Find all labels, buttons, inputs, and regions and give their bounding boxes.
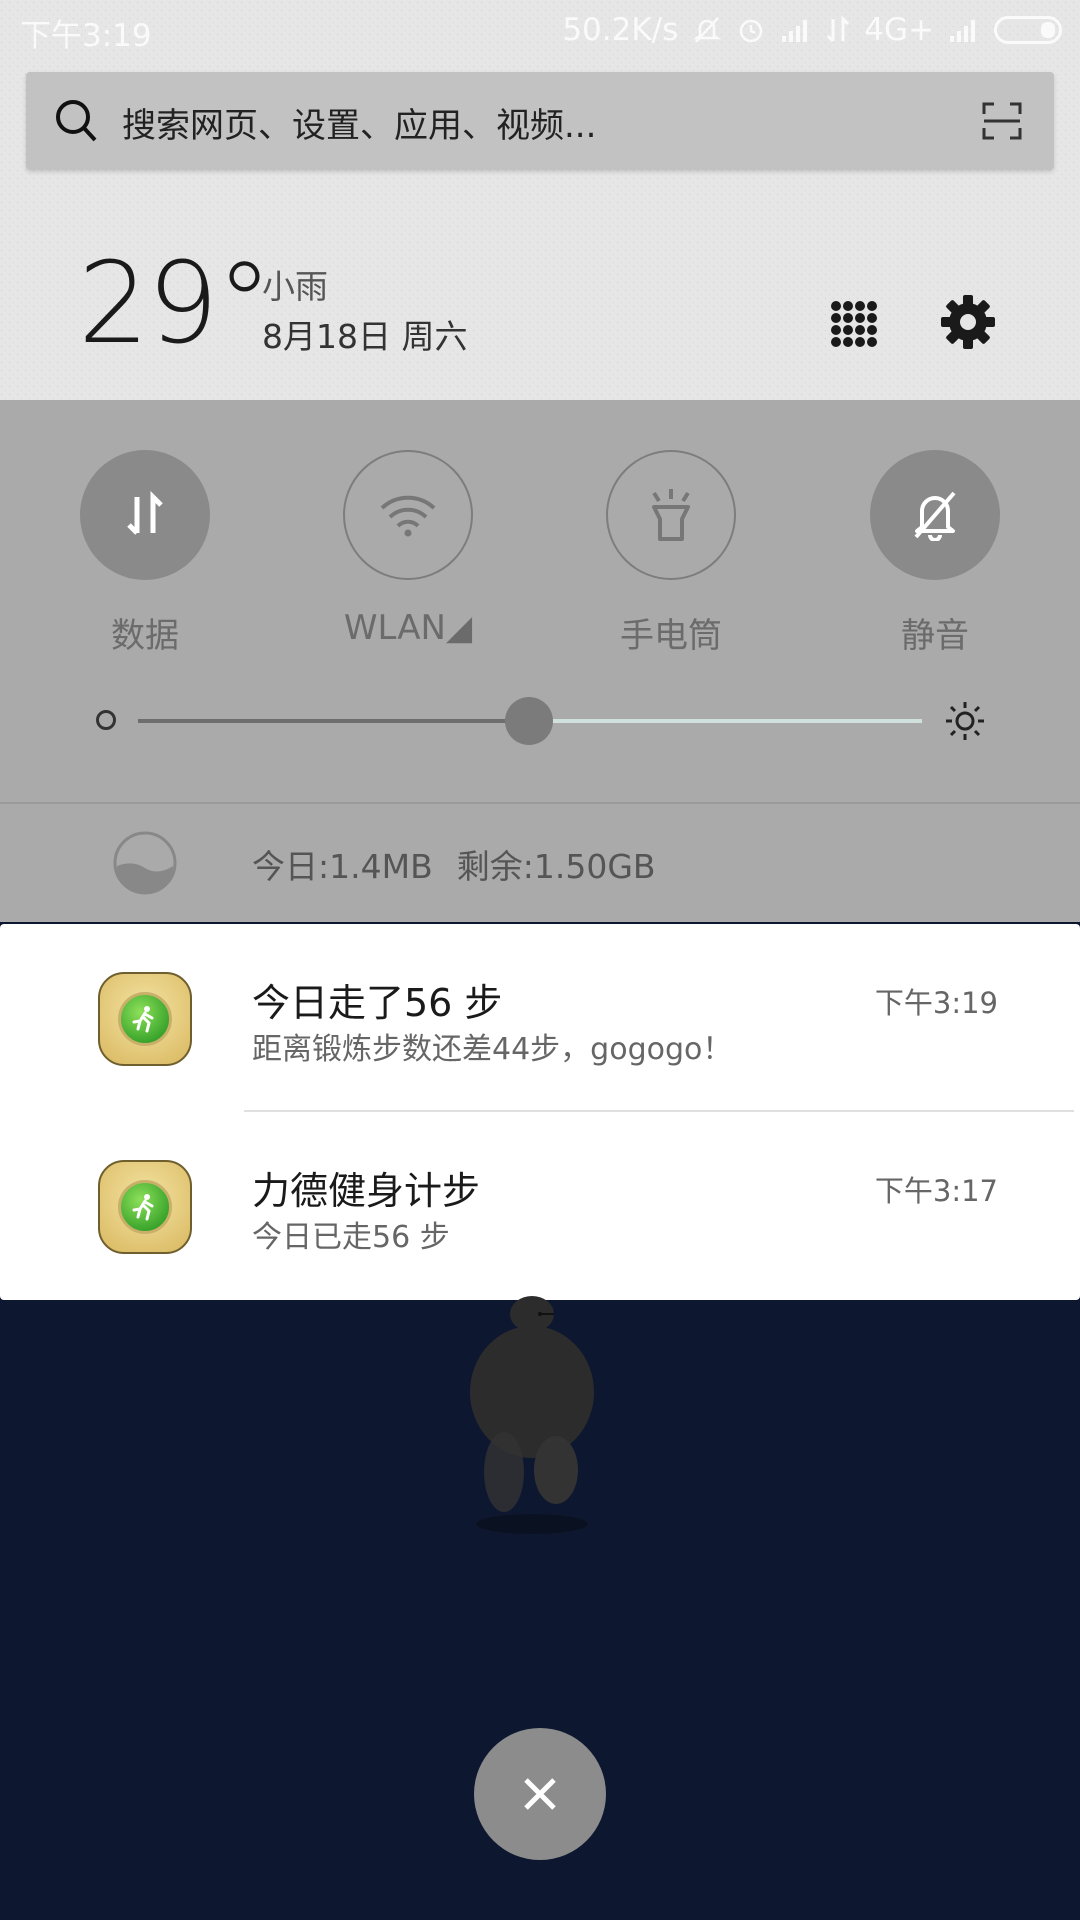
data-usage-icon [113,831,177,895]
runner-figure-icon [132,1006,154,1033]
notification-title: 今日走了56 步 [252,981,503,1025]
toggle-data-button[interactable] [80,450,210,580]
toggle-flashlight-button[interactable] [606,450,736,580]
notification-text: 距离锻炼步数还差44步，gogogo！ [252,1032,733,1067]
search-input[interactable]: 搜索网页、设置、应用、视频... [122,98,596,147]
runner-figure-icon [132,1194,154,1221]
weather-date: 8月18日 周六 [262,317,468,356]
toggle-flashlight[interactable]: 手电筒 [606,450,736,656]
alarm-icon [740,19,763,43]
app-grid-icon[interactable] [830,300,878,348]
header-area: 下午3:19 50.2K/s 4G+ 搜索网页、设置、应用、视频... 29° … [0,0,1080,400]
brightness-low-icon [96,710,116,730]
notification-item[interactable]: 力德健身计步 今日已走56 步 下午3:17 [0,1112,1080,1300]
data-arrows-icon [127,491,163,535]
brightness-slider-thumb[interactable] [505,697,553,745]
divider [0,802,1080,804]
close-icon [524,1778,556,1810]
data-arrows-icon [827,15,850,43]
wifi-icon [380,495,436,537]
toggle-wlan-button[interactable] [343,450,473,580]
status-time: 下午3:19 [20,18,152,54]
wallpaper-character [470,1296,594,1534]
search-bar[interactable]: 搜索网页、设置、应用、视频... [26,72,1054,170]
toggle-flashlight-label: 手电筒 [620,616,722,656]
toggle-mute-button[interactable] [870,450,1000,580]
brightness-track-filled[interactable] [138,719,530,723]
toggle-data-label: 数据 [111,616,179,656]
toggle-mute[interactable]: 静音 [870,450,1000,656]
mute-icon [693,17,722,43]
signal-icon [950,20,975,42]
battery-icon [994,16,1062,44]
weather-condition: 小雨 [262,267,328,306]
notification-panel: 今日走了56 步 距离锻炼步数还差44步，gogogo！ 下午3:19 力德健身… [0,924,1080,1300]
brightness-high-icon [946,702,984,740]
flashlight-icon [652,489,690,541]
network-type: 4G+ [864,12,934,48]
close-button[interactable] [474,1728,606,1860]
notification-text: 今日已走56 步 [252,1220,450,1255]
toggle-wlan[interactable]: WLAN◢ [343,450,473,648]
data-usage-remaining: 剩余:1.50GB [456,847,656,886]
temperature: 29° [78,239,273,369]
notification-time: 下午3:17 [874,1174,998,1208]
scan-icon[interactable] [982,102,1022,140]
status-icons: 50.2K/s 4G+ [562,10,1062,50]
gear-icon[interactable] [940,294,996,350]
toggle-wlan-label: WLAN◢ [343,608,473,648]
status-bar: 下午3:19 50.2K/s 4G+ [0,0,1080,60]
search-icon [56,100,97,142]
quick-settings-panel: 数据 WLAN◢ 手电筒 静音 今日:1.4MB 剩余:1.50GB [0,400,1080,922]
mute-icon [914,491,956,541]
network-speed: 50.2K/s [562,12,679,48]
notification-item[interactable]: 今日走了56 步 距离锻炼步数还差44步，gogogo！ 下午3:19 [0,924,1080,1112]
toggle-mute-label: 静音 [901,616,969,656]
data-usage-text: 今日:1.4MB 剩余:1.50GB [252,840,656,888]
runner-icon [98,1160,192,1254]
brightness-track-empty[interactable] [550,719,922,723]
toggle-data[interactable]: 数据 [80,450,210,656]
notification-time: 下午3:19 [874,986,998,1020]
data-usage-today: 今日:1.4MB [252,847,433,886]
notification-title: 力德健身计步 [252,1169,481,1213]
runner-icon [98,972,192,1066]
signal-icon [782,20,808,42]
